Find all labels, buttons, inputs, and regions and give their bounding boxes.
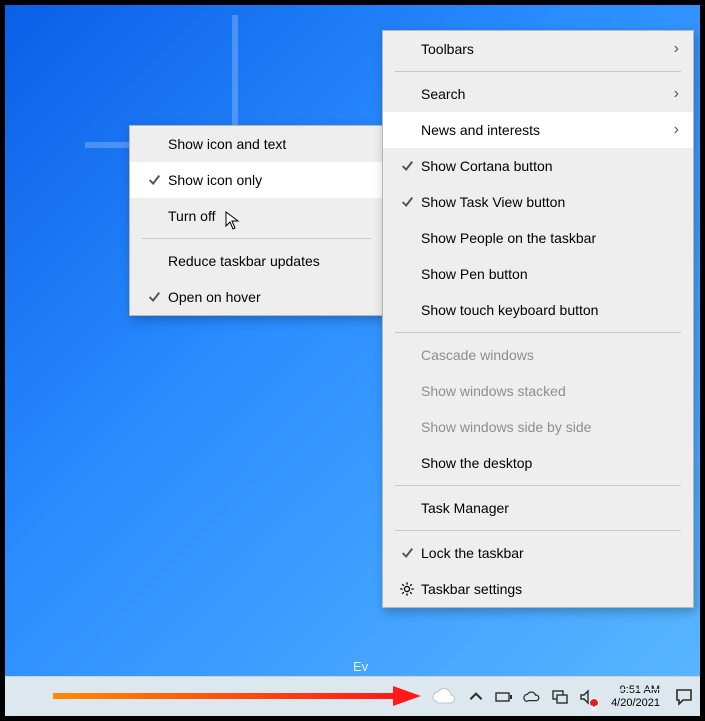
check-icon [393, 159, 421, 173]
gear-icon [393, 581, 421, 597]
clock-date: 4/20/2021 [611, 697, 660, 710]
weather-icon[interactable] [431, 684, 457, 710]
menu-cascade: Cascade windows [383, 337, 693, 373]
menu-separator [395, 530, 681, 531]
submenu-label: Show icon only [168, 172, 369, 188]
menu-separator [395, 71, 681, 72]
check-icon [140, 290, 168, 304]
check-icon [393, 546, 421, 560]
submenu-reduce-updates[interactable]: Reduce taskbar updates [130, 243, 383, 279]
submenu-label: Open on hover [168, 289, 369, 305]
chevron-right-icon: › [665, 85, 679, 103]
menu-label: Toolbars [421, 41, 665, 57]
volume-icon[interactable] [579, 688, 597, 706]
menu-show-task-view[interactable]: Show Task View button [383, 184, 693, 220]
menu-label: Search [421, 86, 665, 102]
menu-label: Task Manager [421, 500, 679, 516]
submenu-show-icon-text[interactable]: Show icon and text [130, 126, 383, 162]
menu-separator [142, 238, 371, 239]
menu-news-interests[interactable]: News and interests › [383, 112, 693, 148]
taskbar-clock[interactable]: 9:51 AM 4/20/2021 [607, 684, 664, 710]
submenu-label: Show icon and text [168, 136, 369, 152]
tray-overflow-icon[interactable] [467, 688, 485, 706]
action-center-icon[interactable] [674, 687, 694, 707]
menu-separator [395, 332, 681, 333]
menu-label: Cascade windows [421, 347, 679, 363]
taskbar[interactable]: 9:51 AM 4/20/2021 [5, 676, 700, 716]
menu-label: Show People on the taskbar [421, 230, 679, 246]
menu-taskbar-settings[interactable]: Taskbar settings [383, 571, 693, 607]
menu-lock-taskbar[interactable]: Lock the taskbar [383, 535, 693, 571]
desktop-partial-text: Ev [353, 659, 368, 674]
clock-time: 9:51 AM [611, 684, 660, 697]
menu-label: Lock the taskbar [421, 545, 679, 561]
menu-task-manager[interactable]: Task Manager [383, 490, 693, 526]
menu-label: Show windows side by side [421, 419, 679, 435]
menu-search[interactable]: Search › [383, 76, 693, 112]
annotation-arrow [53, 684, 423, 708]
submenu-turn-off[interactable]: Turn off [130, 198, 383, 234]
menu-show-touch-kbd[interactable]: Show touch keyboard button [383, 292, 693, 328]
menu-label: Show Cortana button [421, 158, 679, 174]
menu-stacked: Show windows stacked [383, 373, 693, 409]
menu-show-cortana[interactable]: Show Cortana button [383, 148, 693, 184]
mute-indicator-icon [589, 698, 599, 708]
news-interests-submenu: Show icon and text Show icon only Turn o… [129, 125, 384, 316]
check-icon [393, 195, 421, 209]
menu-label: Show Task View button [421, 194, 679, 210]
menu-show-desktop[interactable]: Show the desktop [383, 445, 693, 481]
menu-show-pen[interactable]: Show Pen button [383, 256, 693, 292]
onedrive-icon[interactable] [523, 688, 541, 706]
submenu-label: Reduce taskbar updates [168, 253, 369, 269]
menu-label: Show the desktop [421, 455, 679, 471]
network-icon[interactable] [551, 688, 569, 706]
chevron-right-icon: › [665, 121, 679, 139]
chevron-right-icon: › [665, 40, 679, 58]
submenu-show-icon-only[interactable]: Show icon only [130, 162, 383, 198]
menu-show-people[interactable]: Show People on the taskbar [383, 220, 693, 256]
menu-side-by-side: Show windows side by side [383, 409, 693, 445]
submenu-label: Turn off [168, 208, 369, 224]
menu-label: Show Pen button [421, 266, 679, 282]
submenu-open-on-hover[interactable]: Open on hover [130, 279, 383, 315]
menu-label: Taskbar settings [421, 581, 679, 597]
menu-label: News and interests [421, 122, 665, 138]
menu-label: Show windows stacked [421, 383, 679, 399]
check-icon [140, 173, 168, 187]
menu-separator [395, 485, 681, 486]
menu-label: Show touch keyboard button [421, 302, 679, 318]
taskbar-context-menu: Toolbars › Search › News and interests ›… [382, 30, 694, 608]
system-tray: 9:51 AM 4/20/2021 [431, 684, 700, 710]
menu-toolbars[interactable]: Toolbars › [383, 31, 693, 67]
battery-icon[interactable] [495, 688, 513, 706]
